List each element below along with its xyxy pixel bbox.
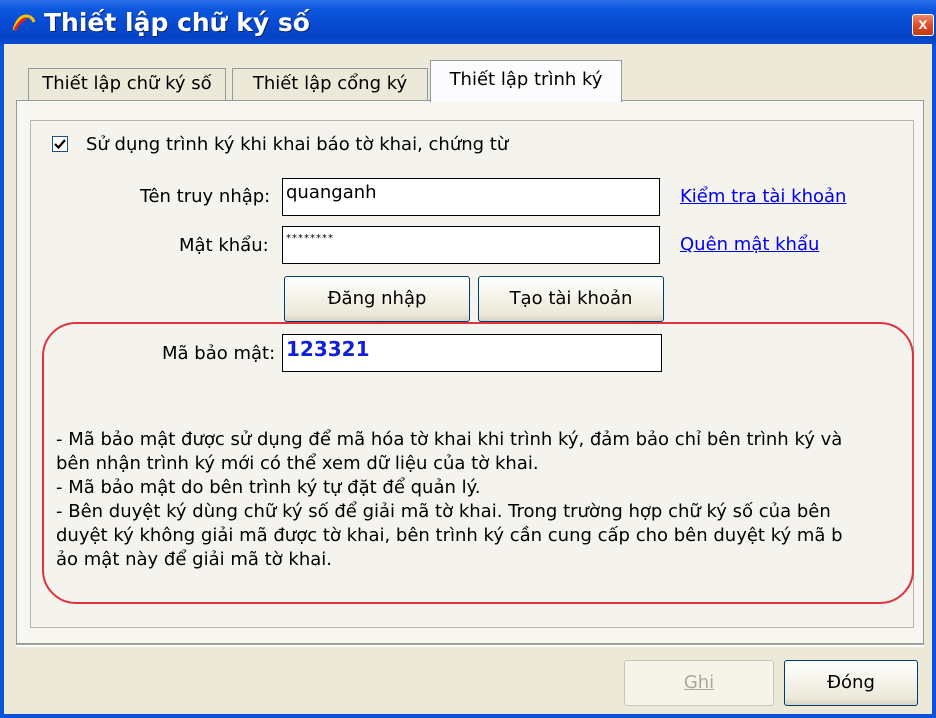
note-line: bên nhận trình ký mới có thể xem dữ liệu… [56, 453, 539, 474]
security-code-field[interactable]: 123321 [282, 334, 662, 372]
window-title: Thiết lập chữ ký số [44, 8, 310, 37]
password-label: Mật khẩu: [179, 235, 269, 256]
tab-thiet-lap-cong-ky[interactable]: Thiết lập cổng ký [232, 68, 428, 100]
login-button[interactable]: Đăng nhập [284, 276, 470, 322]
create-account-button[interactable]: Tạo tài khoản [478, 276, 664, 322]
footer-divider [16, 644, 924, 647]
note-line: - Bên duyệt ký dùng chữ ký số để giải mã… [56, 501, 831, 522]
app-logo-icon [12, 10, 36, 34]
tab-thiet-lap-trinh-ky[interactable]: Thiết lập trình ký [430, 60, 622, 102]
username-label: Tên truy nhập: [140, 186, 271, 207]
forgot-password-link[interactable]: Quên mật khẩu [680, 234, 819, 255]
password-field[interactable]: ******** [282, 226, 660, 264]
note-line: - Mã bảo mật do bên trình ký tự đặt để q… [56, 477, 481, 498]
checkmark-icon [54, 139, 66, 150]
use-signer-label: Sử dụng trình ký khi khai báo tờ khai, c… [86, 134, 509, 155]
use-signer-checkbox[interactable] [52, 136, 68, 152]
note-line: - Mã bảo mật được sử dụng để mã hóa tờ k… [56, 429, 843, 450]
title-bar[interactable]: Thiết lập chữ ký số x [0, 0, 936, 44]
security-code-notes: - Mã bảo mật được sử dụng để mã hóa tờ k… [56, 428, 916, 572]
check-account-link[interactable]: Kiểm tra tài khoản [680, 186, 846, 207]
note-line: ảo mật này để giải mã tờ khai. [56, 549, 332, 570]
save-button-label: Ghi [683, 672, 715, 693]
username-field[interactable]: quanganh [282, 178, 660, 216]
save-button[interactable]: Ghi [624, 660, 774, 706]
security-code-label: Mã bảo mật: [162, 343, 276, 364]
close-icon[interactable]: x [912, 14, 934, 36]
note-line: duyệt ký không giải mã được tờ khai, bên… [56, 525, 843, 546]
tab-thiet-lap-chu-ky-so[interactable]: Thiết lập chữ ký số [28, 68, 226, 100]
dialog-window: Thiết lập chữ ký số x Thiết lập chữ ký s… [0, 0, 936, 718]
close-button[interactable]: Đóng [784, 660, 918, 706]
close-button-label: Đóng [827, 672, 875, 693]
